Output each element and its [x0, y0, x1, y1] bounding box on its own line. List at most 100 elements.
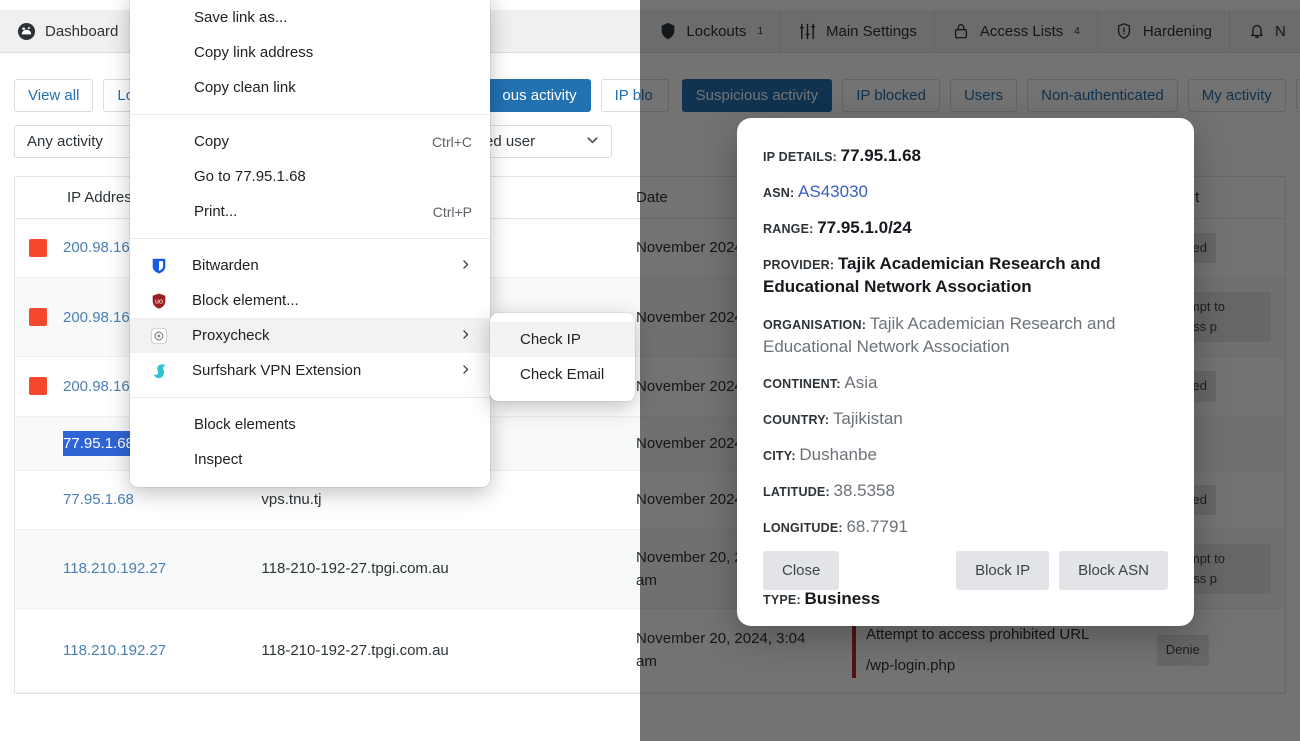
ip-details-modal: IP DETAILS: 77.95.1.68 ASN: AS43030 RANGE:…: [737, 118, 1194, 626]
context-menu-item-save-link-as[interactable]: Save link as...: [130, 0, 490, 35]
menu-item-label: Surfshark VPN Extension: [192, 362, 362, 379]
ip-detail-row: LONGITUDE: 68.7791: [763, 515, 1168, 538]
ublock-icon: uo: [150, 292, 174, 310]
ip-address-link[interactable]: 200.98.16: [63, 236, 130, 259]
context-menu-item-block-elements[interactable]: Block elements: [130, 407, 490, 442]
menu-item-label: Go to 77.95.1.68: [194, 168, 306, 185]
block-asn-button[interactable]: Block ASN: [1059, 551, 1168, 590]
context-menu-item-inspect[interactable]: Inspect: [130, 442, 490, 477]
menu-item-label: Block elements: [194, 416, 296, 433]
ip-detail-value: 77.95.1.68: [840, 146, 921, 165]
ip-address-link[interactable]: 200.98.16: [63, 375, 130, 398]
ip-detail-key: RANGE:: [763, 222, 818, 237]
ip-detail-value: Dushanbe: [799, 444, 877, 464]
ip-detail-key: PROVIDER:: [763, 258, 838, 273]
menu-item-label: Copy link address: [194, 44, 314, 61]
ip-cell: 77.95.1.68: [29, 488, 233, 511]
menu-item-label: Bitwarden: [192, 257, 259, 274]
ip-detail-row: IP DETAILS: 77.95.1.68: [763, 144, 1168, 167]
proxycheck-submenu: Check IP Check Email: [490, 313, 635, 401]
submenu-item-check-ip[interactable]: Check IP: [490, 322, 635, 357]
ip-address-link[interactable]: 118.210.192.27: [63, 639, 166, 662]
ip-detail-row: COUNTRY: Tajikistan: [763, 407, 1168, 430]
activity-type-value: Any activity: [27, 133, 103, 150]
nav-label: Dashboard: [45, 22, 119, 40]
ip-detail-row: LATITUDE: 38.5358: [763, 479, 1168, 502]
ip-details-fields: IP DETAILS: 77.95.1.68 ASN: AS43030 RANGE:…: [763, 144, 1168, 611]
ip-detail-row: ORGANISATION: Tajik Academician Research…: [763, 312, 1168, 358]
chevron-down-icon: [585, 132, 600, 151]
ip-address-link[interactable]: 77.95.1.68: [63, 430, 134, 456]
svg-text:uo: uo: [155, 296, 163, 305]
ip-detail-key: COUNTRY:: [763, 412, 833, 427]
severity-marker-icon: [29, 308, 47, 327]
ip-detail-row: CITY: Dushanbe: [763, 443, 1168, 466]
ip-detail-value: Tajikistan: [832, 408, 903, 428]
severity-marker-icon: [29, 641, 47, 659]
context-menu-item-go-to-77-95-1-68[interactable]: Go to 77.95.1.68: [130, 159, 490, 194]
menu-item-shortcut: Ctrl+C: [431, 133, 472, 150]
ip-detail-value: 77.95.1.0/24: [817, 218, 912, 238]
context-menu-item-copy-clean-link[interactable]: Copy clean link: [130, 70, 490, 105]
tab-suspicious-activity-partial[interactable]: ous activity: [488, 79, 591, 112]
menu-item-label: Proxycheck: [192, 327, 270, 344]
ip-detail-row: CONTINENT: Asia: [763, 371, 1168, 394]
ip-detail-key: ASN:: [763, 186, 799, 201]
menu-separator: [130, 397, 490, 398]
severity-marker-icon: [29, 560, 47, 578]
ip-cell: 118.210.192.27: [29, 557, 233, 580]
ip-detail-key: TYPE:: [763, 593, 805, 608]
tab-view-all[interactable]: View all: [14, 79, 94, 112]
close-button[interactable]: Close: [763, 551, 840, 590]
context-menu-item-block-element[interactable]: uo Block element...: [130, 283, 490, 318]
ip-detail-value[interactable]: AS43030: [798, 182, 868, 201]
cell-ip-address: 118.210.192.27: [15, 608, 248, 693]
ip-detail-row: PROVIDER: Tajik Academician Research and…: [763, 252, 1168, 298]
menu-separator: [130, 114, 490, 115]
bitwarden-icon: [150, 257, 174, 275]
severity-marker-icon: [29, 377, 47, 396]
ip-detail-key: IP DETAILS:: [763, 150, 841, 164]
severity-marker-icon: [29, 434, 47, 452]
ip-detail-key: CONTINENT:: [763, 376, 845, 391]
menu-item-label: Print...: [194, 203, 238, 220]
ip-address-link[interactable]: 200.98.16: [63, 306, 130, 329]
cell-ip-address: 118.210.192.27: [15, 529, 248, 610]
cell-hostname: 118-210-192-27.tpgi.com.au: [247, 529, 623, 610]
submenu-item-check-email[interactable]: Check Email: [490, 357, 635, 392]
ip-detail-row: ASN: AS43030: [763, 180, 1168, 203]
nav-item-dashboard[interactable]: Dashboard: [0, 10, 137, 52]
ip-detail-row: RANGE: 77.95.1.0/24: [763, 216, 1168, 239]
menu-separator: [130, 238, 490, 239]
context-menu-item-bitwarden[interactable]: Bitwarden: [130, 248, 490, 283]
cell-hostname: 118-210-192-27.tpgi.com.au: [247, 608, 623, 693]
severity-marker-icon: [29, 491, 47, 509]
ip-detail-value: Asia: [844, 372, 878, 392]
chevron-right-icon: [459, 327, 472, 344]
block-ip-button[interactable]: Block IP: [956, 551, 1050, 590]
dashboard-icon: [17, 22, 36, 41]
context-menu-item-surfshark-vpn-extension[interactable]: Surfshark VPN Extension: [130, 353, 490, 388]
submenu-item-label: Check Email: [520, 366, 605, 383]
menu-item-label: Block element...: [192, 292, 299, 309]
ip-detail-value: 68.7791: [846, 517, 908, 537]
menu-item-label: Copy clean link: [194, 79, 296, 96]
ip-cell: 118.210.192.27: [29, 639, 233, 662]
ip-address-link[interactable]: 118.210.192.27: [63, 557, 166, 580]
ip-detail-row: TYPE: Business: [763, 587, 1168, 610]
ip-detail-key: LONGITUDE:: [763, 521, 847, 536]
ip-address-link[interactable]: 77.95.1.68: [63, 488, 134, 511]
ip-detail-key: ORGANISATION:: [763, 317, 870, 332]
menu-item-shortcut: Ctrl+P: [432, 203, 472, 220]
ip-detail-key: CITY:: [763, 448, 800, 463]
chevron-right-icon: [459, 362, 472, 379]
chevron-right-icon: [459, 257, 472, 274]
context-menu-item-copy[interactable]: Copy Ctrl+C: [130, 124, 490, 159]
menu-item-label: Copy: [194, 133, 230, 150]
context-menu-item-copy-link-address[interactable]: Copy link address: [130, 35, 490, 70]
context-menu-item-proxycheck[interactable]: Proxycheck: [130, 318, 490, 353]
app-root: Dashboard Lockouts 1 Main Settings Acce: [0, 0, 1300, 741]
context-menu-item-print[interactable]: Print... Ctrl+P: [130, 194, 490, 229]
browser-context-menu: Save link as... Copy link address Copy cle…: [130, 0, 490, 487]
menu-item-label: Inspect: [194, 451, 243, 468]
